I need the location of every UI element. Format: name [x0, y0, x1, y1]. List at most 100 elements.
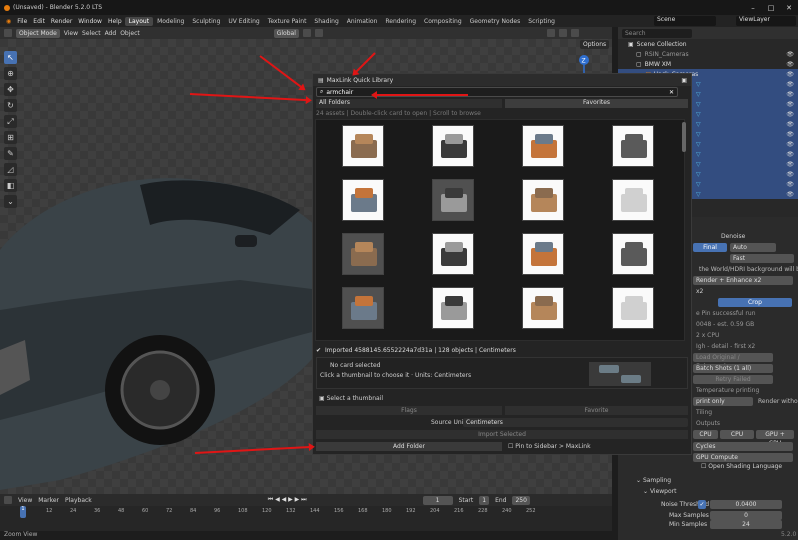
- dialog-close-icon[interactable]: ▣: [681, 77, 687, 84]
- import-selected-button[interactable]: Import Selected: [316, 430, 688, 439]
- asset-thumbnail[interactable]: [612, 125, 654, 167]
- outliner-search[interactable]: Search: [622, 28, 692, 38]
- grid-scrollbar[interactable]: [682, 122, 686, 152]
- asset-thumbnail[interactable]: [522, 233, 564, 275]
- eye-icon[interactable]: 👁: [786, 141, 794, 148]
- asset-thumbnail[interactable]: [342, 179, 384, 221]
- shading-rendered-icon[interactable]: [570, 29, 579, 37]
- maximize-icon[interactable]: □: [762, 4, 780, 12]
- scene-selector[interactable]: Scene: [654, 16, 716, 26]
- gpu-cpu-button[interactable]: GPU + CPU: [756, 430, 794, 447]
- minimize-icon[interactable]: –: [744, 4, 762, 12]
- tab-uv-editing[interactable]: UV Editing: [224, 17, 263, 26]
- playback-controls[interactable]: ⏮ ◀ ◀ ▶ ▶ ⏭: [268, 496, 307, 504]
- mode-dropdown[interactable]: Object Mode: [16, 28, 60, 38]
- menu-select[interactable]: Select: [82, 30, 101, 37]
- tab-scripting[interactable]: Scripting: [524, 17, 559, 26]
- eye-icon[interactable]: 👁: [786, 171, 794, 178]
- asset-thumbnail[interactable]: [612, 287, 654, 329]
- eye-icon[interactable]: 👁: [786, 71, 794, 78]
- eye-icon[interactable]: 👁: [786, 181, 794, 188]
- start-field[interactable]: 1: [479, 495, 490, 505]
- proportional-edit-icon[interactable]: [314, 29, 323, 37]
- tab-rendering[interactable]: Rendering: [381, 17, 420, 26]
- enhance-dropdown[interactable]: Render + Enhance x2: [693, 276, 793, 285]
- render-without-ai-checkbox[interactable]: Render without AI: [755, 397, 798, 406]
- add-object-icon[interactable]: ⌄: [4, 195, 17, 208]
- source-units-dropdown[interactable]: Centimeters: [463, 418, 688, 427]
- transform-icon[interactable]: ⊞: [4, 131, 17, 144]
- tab-compositing[interactable]: Compositing: [420, 17, 466, 26]
- asset-thumbnail[interactable]: [612, 179, 654, 221]
- shading-material-icon[interactable]: [558, 29, 567, 37]
- menu-help[interactable]: Help: [105, 18, 125, 25]
- shading-solid-icon[interactable]: [546, 29, 555, 37]
- menu-window[interactable]: Window: [75, 18, 105, 25]
- eye-icon[interactable]: 👁: [786, 131, 794, 138]
- folder-filter-dropdown[interactable]: All Folders: [316, 99, 502, 108]
- transform-orientation-dropdown[interactable]: Global: [273, 28, 299, 38]
- pin-to-sidebar-checkbox[interactable]: ☐ Pin to Sidebar > MaxLink: [505, 442, 591, 451]
- sampling-section[interactable]: ⌄ Sampling: [633, 476, 671, 485]
- timeline-view-menu[interactable]: View: [18, 497, 32, 504]
- asset-thumbnail[interactable]: [342, 233, 384, 275]
- menu-file[interactable]: File: [14, 18, 30, 25]
- move-icon[interactable]: ✥: [4, 83, 17, 96]
- favorites-toggle[interactable]: Favorites: [505, 99, 688, 108]
- outliner-item[interactable]: ▣ Scene Collection: [618, 39, 798, 49]
- asset-thumbnail[interactable]: [432, 125, 474, 167]
- select-mode-icon[interactable]: [4, 29, 12, 37]
- asset-thumbnail[interactable]: [522, 125, 564, 167]
- eye-icon[interactable]: 👁: [786, 161, 794, 168]
- final-button[interactable]: Final: [693, 243, 727, 252]
- batch-shots-button[interactable]: Batch Shots (1 all): [693, 364, 773, 373]
- add-cube-icon[interactable]: ◧: [4, 179, 17, 192]
- asset-thumbnail[interactable]: [432, 179, 474, 221]
- osl-checkbox[interactable]: ☐ Open Shading Language: [698, 462, 782, 471]
- asset-thumbnail[interactable]: [432, 287, 474, 329]
- view-layer-selector[interactable]: ViewLayer: [736, 16, 796, 26]
- asset-thumbnail[interactable]: [342, 125, 384, 167]
- menu-add[interactable]: Add: [105, 30, 117, 37]
- eye-icon[interactable]: 👁: [786, 121, 794, 128]
- device-dropdown[interactable]: GPU Compute: [693, 453, 793, 462]
- tab-texture-paint[interactable]: Texture Paint: [264, 17, 311, 26]
- outliner-item[interactable]: ▢ RSIN_Cameras 👁: [618, 49, 798, 59]
- eye-icon[interactable]: 👁: [786, 151, 794, 158]
- fast-dropdown[interactable]: Fast: [730, 254, 794, 263]
- snap-icon[interactable]: [302, 29, 311, 37]
- max-samples-field[interactable]: 0: [710, 511, 782, 520]
- annotate-icon[interactable]: ✎: [4, 147, 17, 160]
- crop-button[interactable]: Crop: [718, 298, 792, 307]
- end-field[interactable]: 250: [512, 495, 530, 505]
- options-dropdown[interactable]: Options: [580, 40, 610, 49]
- tab-shading[interactable]: Shading: [310, 17, 342, 26]
- asset-thumbnail[interactable]: [342, 287, 384, 329]
- timeline-marker-menu[interactable]: Marker: [38, 497, 59, 504]
- auto-dropdown[interactable]: Auto: [730, 243, 776, 252]
- scale-icon[interactable]: ⤢: [4, 115, 17, 128]
- flags-button[interactable]: Flags: [316, 406, 502, 415]
- tab-geometry-nodes[interactable]: Geometry Nodes: [466, 17, 525, 26]
- rotate-icon[interactable]: ↻: [4, 99, 17, 112]
- asset-thumbnail[interactable]: [522, 287, 564, 329]
- eye-icon[interactable]: 👁: [786, 81, 794, 88]
- blender-menu-icon[interactable]: ◉: [3, 18, 14, 25]
- eye-icon[interactable]: 👁: [786, 51, 794, 58]
- eye-icon[interactable]: 👁: [786, 61, 794, 68]
- eye-icon[interactable]: 👁: [786, 191, 794, 198]
- current-frame-field[interactable]: 1: [422, 495, 453, 505]
- asset-thumbnail[interactable]: [522, 179, 564, 221]
- playhead[interactable]: 1: [20, 506, 26, 518]
- clear-search-icon[interactable]: ✕: [669, 89, 674, 96]
- eye-icon[interactable]: 👁: [786, 101, 794, 108]
- outliner-item[interactable]: ▢ BMW XM 👁: [618, 59, 798, 69]
- asset-thumbnail[interactable]: [612, 233, 654, 275]
- measure-icon[interactable]: ◿: [4, 163, 17, 176]
- viewport-subsection[interactable]: ⌄ Viewport: [640, 487, 676, 496]
- asset-thumbnail[interactable]: [432, 233, 474, 275]
- noise-threshold-field[interactable]: 0.0400: [710, 500, 782, 509]
- menu-edit[interactable]: Edit: [30, 18, 48, 25]
- load-original-button[interactable]: Load Original / Enhanced: [693, 353, 773, 370]
- menu-render[interactable]: Render: [48, 18, 75, 25]
